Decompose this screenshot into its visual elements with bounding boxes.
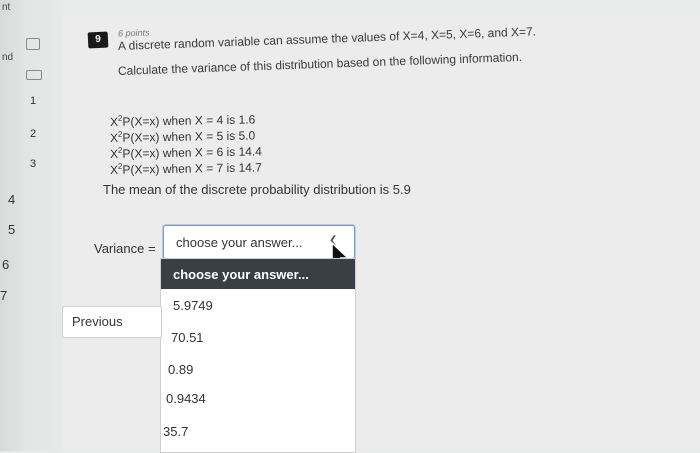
bookmark-icon — [26, 38, 40, 50]
nav-question-5[interactable]: 5 — [8, 222, 15, 237]
question-number-badge: 9 — [87, 31, 109, 49]
given-info-4: X2P(X=x) when X = 7 is 14.7 — [109, 160, 262, 177]
nav-second-label: nd — [2, 52, 14, 63]
previous-button[interactable]: Previous — [62, 306, 162, 338]
dropdown-option[interactable]: 0.9434 — [161, 383, 355, 413]
nav-question-2[interactable]: 2 — [30, 128, 36, 140]
nav-question-6[interactable]: 6 — [2, 257, 9, 272]
given-info-3: X2P(X=x) when X = 6 is 14.4 — [109, 144, 262, 161]
nav-top-label: nt — [2, 2, 11, 13]
nav-question-3[interactable]: 3 — [30, 158, 36, 170]
variance-label: Variance = — [94, 241, 156, 256]
answer-dropdown: choose your answer... 5.9749 70.51 0.89 … — [160, 258, 356, 453]
question-card — [62, 16, 700, 451]
given-info-1: X2P(X=x) when X = 4 is 1.6 — [109, 112, 256, 129]
dropdown-option[interactable]: 5.9749 — [161, 290, 355, 320]
select-current-value: choose your answer... — [176, 235, 303, 250]
dropdown-option-placeholder[interactable]: choose your answer... — [161, 259, 355, 289]
question-nav: nt nd 1 2 3 4 5 6 7 — [0, 0, 62, 451]
points-label: 6 points — [117, 27, 150, 39]
mean-statement: The mean of the discrete probability dis… — [103, 182, 411, 197]
dropdown-option[interactable]: 0.89 — [161, 354, 355, 384]
notes-icon — [26, 70, 42, 80]
nav-question-4[interactable]: 4 — [8, 192, 15, 207]
dropdown-option[interactable]: 35.7 — [161, 416, 355, 446]
variance-select[interactable]: choose your answer... ❮ — [163, 225, 355, 259]
dropdown-option[interactable]: 70.51 — [161, 322, 355, 352]
nav-question-1[interactable]: 1 — [30, 95, 36, 107]
nav-question-7[interactable]: 7 — [0, 288, 7, 303]
given-info-2: X2P(X=x) when X = 5 is 5.0 — [109, 128, 256, 145]
